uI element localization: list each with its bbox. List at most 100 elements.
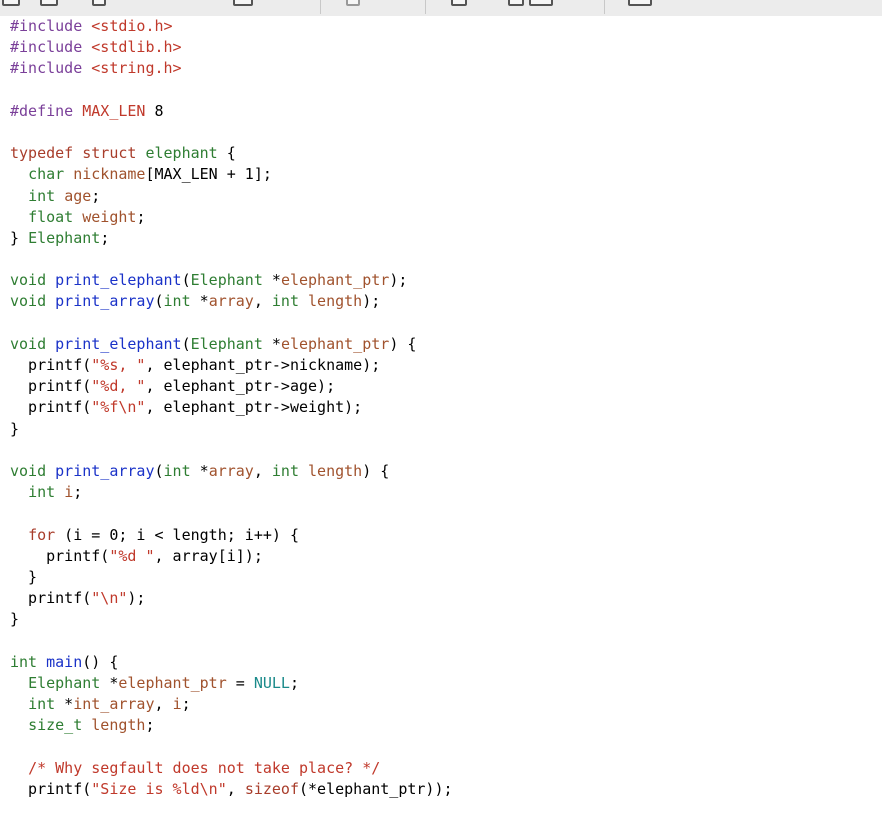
code-token: (: [181, 271, 191, 290]
save-icon[interactable]: [92, 0, 106, 6]
code-token: ) {: [362, 461, 390, 480]
code-token: char: [28, 165, 74, 184]
code-line[interactable]: ​: [10, 440, 882, 461]
code-line[interactable]: printf("Size is %ld\n", sizeof(*elephant…: [10, 779, 882, 800]
code-token: for: [28, 525, 56, 544]
code-line[interactable]: int *int_array, i;: [10, 694, 882, 715]
print-icon[interactable]: [233, 0, 253, 6]
code-token: size_t: [28, 716, 92, 735]
code-token: }: [10, 567, 38, 586]
code-token: "%d ": [109, 546, 155, 565]
code-line[interactable]: }: [10, 567, 882, 588]
code-token: "\n": [91, 589, 128, 608]
code-token: NULL: [253, 673, 290, 692]
code-token: print_elephant: [55, 271, 182, 290]
code-token: ;: [100, 228, 110, 247]
code-line[interactable]: void print_elephant(Elephant *elephant_p…: [10, 334, 882, 355]
code-token: ;: [136, 207, 146, 226]
code-line[interactable]: printf("%f\n", elephant_ptr->weight);: [10, 397, 882, 418]
code-line[interactable]: ​: [10, 503, 882, 524]
code-line[interactable]: ​: [10, 249, 882, 270]
code-line[interactable]: } Elephant;: [10, 228, 882, 249]
code-line[interactable]: printf("%d, ", elephant_ptr->age);: [10, 376, 882, 397]
code-token: {: [217, 144, 236, 163]
code-token: Elephant: [190, 271, 263, 290]
code-token: printf(: [10, 546, 110, 565]
code-token: printf(: [10, 589, 92, 608]
code-line[interactable]: float weight;: [10, 207, 882, 228]
code-line[interactable]: for (i = 0; i < length; i++) {: [10, 525, 882, 546]
code-line[interactable]: Elephant *elephant_ptr = NULL;: [10, 673, 882, 694]
code-token: int: [10, 652, 47, 671]
code-token: (*elephant_ptr));: [299, 779, 453, 798]
code-token: printf(: [10, 377, 92, 396]
code-token: <string.h>: [91, 59, 182, 78]
replace-icon[interactable]: [529, 0, 553, 6]
code-token: );: [362, 292, 381, 311]
code-token: Elephant: [190, 334, 263, 353]
code-token: int: [28, 483, 65, 502]
code-line[interactable]: printf("%s, ", elephant_ptr->nickname);: [10, 355, 882, 376]
code-token: printf(: [10, 779, 92, 798]
code-token: , array[i]);: [154, 546, 263, 565]
code-token: length: [308, 292, 363, 311]
code-token: printf(: [10, 398, 92, 417]
code-token: () {: [82, 652, 119, 671]
find-replace-icon[interactable]: [508, 0, 524, 6]
code-token: weight: [82, 207, 137, 226]
code-line[interactable]: /* Why segfault does not take place? */: [10, 758, 882, 779]
code-line[interactable]: ​: [10, 630, 882, 651]
code-line[interactable]: #include <string.h>: [10, 58, 882, 79]
code-line[interactable]: ​: [10, 122, 882, 143]
code-token: i: [64, 483, 74, 502]
code-line[interactable]: char nickname[MAX_LEN + 1];: [10, 164, 882, 185]
code-line[interactable]: }: [10, 419, 882, 440]
code-line[interactable]: int age;: [10, 186, 882, 207]
code-token: print_array: [55, 292, 155, 311]
code-line[interactable]: #include <stdio.h>: [10, 16, 882, 37]
undo-icon[interactable]: [346, 0, 360, 6]
code-token: sizeof: [244, 779, 299, 798]
code-token: i: [172, 695, 182, 713]
code-line[interactable]: void print_elephant(Elephant *elephant_p…: [10, 270, 882, 291]
code-token: int: [163, 461, 191, 480]
code-token: }: [10, 228, 29, 247]
code-token: float: [28, 207, 83, 226]
code-token: elephant: [145, 144, 218, 163]
code-line[interactable]: #define MAX_LEN 8: [10, 101, 882, 122]
code-token: (: [181, 334, 191, 353]
code-line[interactable]: void print_array(int *array, int length)…: [10, 291, 882, 312]
code-token: Elephant: [28, 673, 101, 692]
code-token: *: [190, 461, 209, 480]
code-token: MAX_LEN: [82, 101, 146, 120]
search-icon[interactable]: [451, 0, 467, 6]
code-line[interactable]: ​: [10, 80, 882, 101]
code-token: *: [100, 673, 119, 692]
code-line[interactable]: #include <stdlib.h>: [10, 37, 882, 58]
code-token: 8: [145, 101, 164, 120]
code-line[interactable]: typedef struct elephant {: [10, 143, 882, 164]
code-line[interactable]: printf("\n");: [10, 588, 882, 609]
code-token: int_array: [73, 695, 155, 713]
code-line[interactable]: ​: [10, 313, 882, 334]
code-token: ,: [226, 779, 245, 798]
code-editor[interactable]: #include <stdio.h> #include <stdlib.h> #in…: [0, 16, 882, 813]
code-token: }: [10, 419, 20, 438]
toolbar-separator: [320, 0, 321, 14]
code-line[interactable]: ​: [10, 736, 882, 757]
new-file-icon[interactable]: [2, 0, 20, 6]
code-token: *: [262, 271, 281, 290]
code-token: int: [271, 292, 309, 311]
code-line[interactable]: int i;: [10, 482, 882, 503]
code-line[interactable]: void print_array(int *array, int length)…: [10, 461, 882, 482]
code-line[interactable]: int main() {: [10, 652, 882, 673]
code-token: "Size is %ld\n": [91, 779, 227, 798]
code-line[interactable]: }: [10, 609, 882, 630]
fullscreen-icon[interactable]: [628, 0, 652, 6]
open-folder-icon[interactable]: [40, 0, 58, 6]
code-text[interactable]: #include <stdio.h> #include <stdlib.h> #in…: [0, 16, 882, 800]
code-line[interactable]: printf("%d ", array[i]);: [10, 546, 882, 567]
code-line[interactable]: size_t length;: [10, 715, 882, 736]
